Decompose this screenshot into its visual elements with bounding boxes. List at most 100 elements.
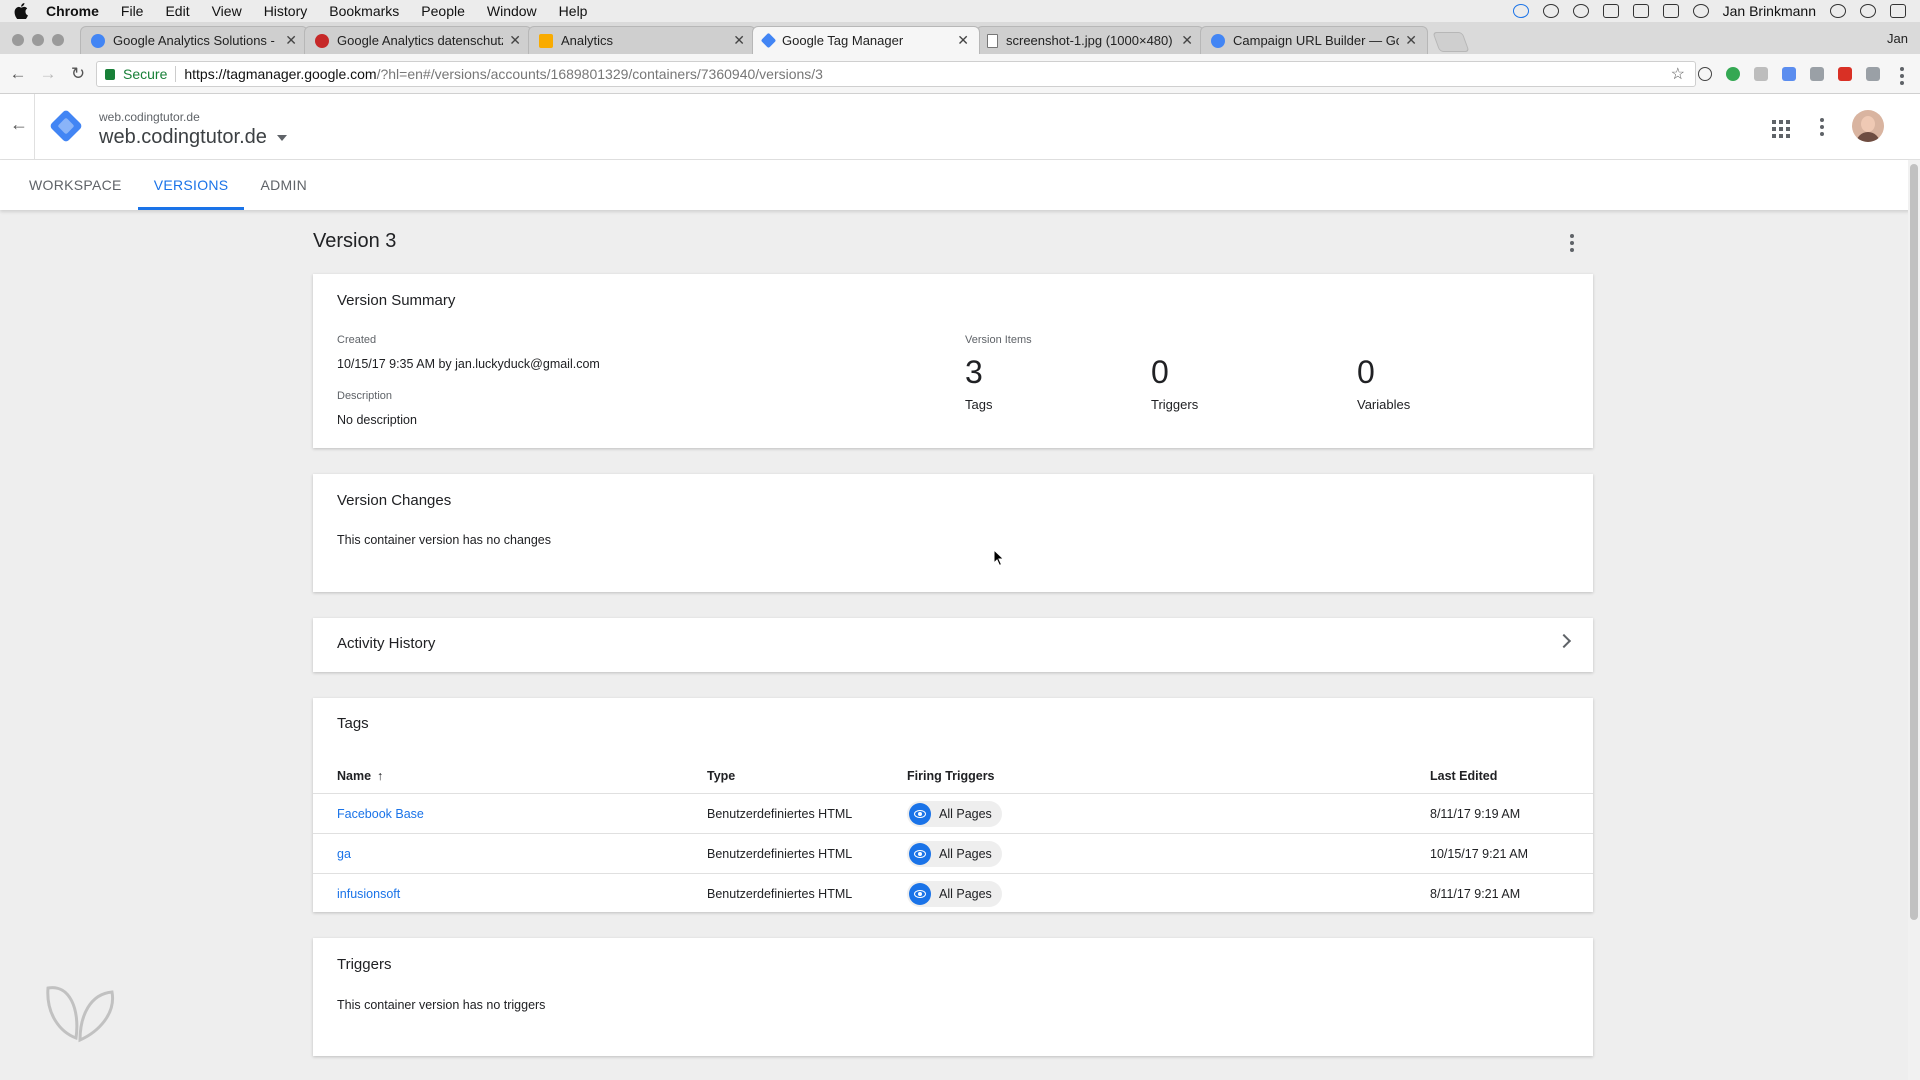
menu-view[interactable]: View	[212, 3, 242, 19]
card-title: Tags	[337, 715, 369, 732]
tab-close-icon[interactable]: ✕	[957, 32, 969, 49]
minimize-window-button[interactable]	[32, 34, 44, 46]
tags-count: 3	[965, 354, 983, 390]
back-arrow-icon[interactable]: ←	[6, 64, 30, 84]
column-header-type[interactable]: Type	[707, 758, 735, 793]
container-selector[interactable]: web.codingtutor.de	[99, 126, 287, 149]
eye-icon	[909, 802, 931, 825]
tags-count-label: Tags	[965, 397, 993, 412]
camera-icon[interactable]	[1632, 4, 1649, 18]
version-changes-card: Version Changes This container version h…	[313, 474, 1593, 592]
zoom-window-button[interactable]	[52, 34, 64, 46]
sort-arrow-up-icon[interactable]: ↑	[377, 769, 383, 783]
cloud-icon[interactable]	[1542, 4, 1559, 18]
tag-type: Benutzerdefiniertes HTML	[707, 806, 853, 821]
apple-icon[interactable]	[14, 3, 28, 19]
table-header: Name ↑ Type Firing Triggers Last Edited	[313, 758, 1593, 794]
scrollbar-thumb[interactable]	[1910, 164, 1918, 920]
airplay-icon[interactable]	[1662, 4, 1679, 18]
menu-help[interactable]: Help	[559, 3, 588, 19]
forward-arrow-icon[interactable]: →	[36, 64, 60, 84]
gtm-logo-icon[interactable]	[49, 109, 83, 143]
more-options-icon[interactable]	[1820, 118, 1824, 136]
tag-name-link[interactable]: ga	[337, 834, 351, 873]
version-summary-card: Version Summary Created 10/15/17 9:35 AM…	[313, 274, 1593, 448]
browser-tab-6[interactable]: Campaign URL Builder — Goo ✕	[1200, 26, 1428, 54]
table-row[interactable]: Facebook Base Benutzerdefiniertes HTML A…	[313, 794, 1593, 834]
notification-center-icon[interactable]	[1890, 4, 1906, 18]
variables-count: 0	[1357, 354, 1375, 390]
sync-icon[interactable]	[1512, 4, 1529, 18]
chevron-right-icon[interactable]	[1556, 633, 1572, 649]
tab-versions[interactable]: VERSIONS	[137, 160, 245, 210]
trigger-cell: All Pages	[907, 794, 1002, 833]
last-edited: 8/11/17 9:21 AM	[1430, 887, 1521, 901]
tag-name-link[interactable]: infusionsoft	[337, 874, 400, 914]
siri-icon[interactable]	[1860, 4, 1876, 18]
trigger-chip[interactable]: All Pages	[907, 840, 1002, 867]
browser-tab-3[interactable]: Analytics ✕	[528, 26, 756, 54]
table-row[interactable]: ga Benutzerdefiniertes HTML All Pages 10…	[313, 834, 1593, 874]
triggers-count-label: Triggers	[1151, 397, 1199, 412]
menu-history[interactable]: History	[264, 3, 308, 19]
activity-history-card[interactable]: Activity History	[313, 618, 1593, 672]
time-machine-icon[interactable]	[1692, 4, 1709, 18]
menu-app-chrome[interactable]: Chrome	[46, 3, 99, 19]
trigger-chip[interactable]: All Pages	[907, 881, 1002, 907]
browser-tab-4-active[interactable]: Google Tag Manager ✕	[752, 26, 980, 54]
tab-workspace[interactable]: WORKSPACE	[13, 160, 138, 210]
notification-icon[interactable]	[1602, 4, 1619, 18]
url-host[interactable]: https://tagmanager.google.com	[184, 66, 376, 82]
tab-admin[interactable]: ADMIN	[244, 160, 323, 210]
menu-file[interactable]: File	[121, 3, 144, 19]
back-arrow-icon[interactable]: ←	[10, 114, 28, 135]
browser-profile-name[interactable]: Jan	[1887, 31, 1908, 46]
column-header-firing-triggers[interactable]: Firing Triggers	[907, 758, 995, 793]
tab-close-icon[interactable]: ✕	[1181, 32, 1193, 49]
password-manager-icon[interactable]	[1572, 4, 1589, 18]
reload-icon[interactable]: ↻	[66, 64, 90, 84]
browser-menu-icon[interactable]	[1900, 67, 1904, 85]
trigger-chip[interactable]: All Pages	[907, 800, 1002, 827]
user-avatar[interactable]	[1852, 110, 1884, 142]
bookmark-star-icon[interactable]: ☆	[1671, 64, 1685, 84]
browser-tab-5[interactable]: screenshot-1.jpg (1000×480) ✕	[976, 26, 1204, 54]
menu-bookmarks[interactable]: Bookmarks	[329, 3, 399, 19]
extension-tool-icon[interactable]	[1866, 67, 1880, 81]
menu-edit[interactable]: Edit	[165, 3, 189, 19]
close-window-button[interactable]	[12, 34, 24, 46]
triggers-card: Triggers This container version has no t…	[313, 938, 1593, 1056]
menu-window[interactable]: Window	[487, 3, 537, 19]
extension-green-icon[interactable]	[1726, 67, 1740, 81]
description-label: Description	[337, 390, 393, 402]
extension-puzzle-icon[interactable]	[1754, 67, 1768, 81]
tab-close-icon[interactable]: ✕	[509, 32, 521, 49]
extension-cast-icon[interactable]	[1782, 67, 1796, 81]
tab-close-icon[interactable]: ✕	[733, 32, 745, 49]
extension-code-icon[interactable]	[1810, 67, 1824, 81]
version-more-options-icon[interactable]	[1570, 234, 1574, 252]
browser-tabs: Google Analytics Solutions - M ✕ Google …	[80, 26, 1470, 54]
secure-label[interactable]: Secure	[123, 66, 167, 82]
url-path[interactable]: /?hl=en#/versions/accounts/1689801329/co…	[377, 66, 823, 82]
menubar-user-name[interactable]: Jan Brinkmann	[1723, 3, 1816, 19]
spotlight-search-icon[interactable]	[1830, 4, 1846, 18]
tags-table: Name ↑ Type Firing Triggers Last Edited …	[313, 758, 1593, 914]
new-tab-button[interactable]	[1432, 32, 1470, 52]
tab-close-icon[interactable]: ✕	[285, 32, 297, 49]
tab-close-icon[interactable]: ✕	[1405, 32, 1417, 49]
extension-info-icon[interactable]	[1698, 67, 1712, 81]
table-row[interactable]: infusionsoft Benutzerdefiniertes HTML Al…	[313, 874, 1593, 914]
tag-name-link[interactable]: Facebook Base	[337, 794, 424, 833]
column-header-last-edited[interactable]: Last Edited	[1430, 758, 1497, 793]
browser-tab-1[interactable]: Google Analytics Solutions - M ✕	[80, 26, 308, 54]
apps-grid-icon[interactable]	[1772, 120, 1790, 138]
page-scrollbar[interactable]	[1908, 160, 1920, 1080]
address-bar[interactable]: Secure https://tagmanager.google.com /?h…	[96, 61, 1696, 87]
lock-icon[interactable]	[105, 68, 115, 80]
extension-pocket-icon[interactable]	[1838, 67, 1852, 81]
browser-tab-2[interactable]: Google Analytics datenschutz ✕	[304, 26, 532, 54]
menu-people[interactable]: People	[421, 3, 465, 19]
column-name-label: Name	[337, 768, 372, 783]
column-header-name[interactable]: Name ↑	[337, 758, 383, 793]
